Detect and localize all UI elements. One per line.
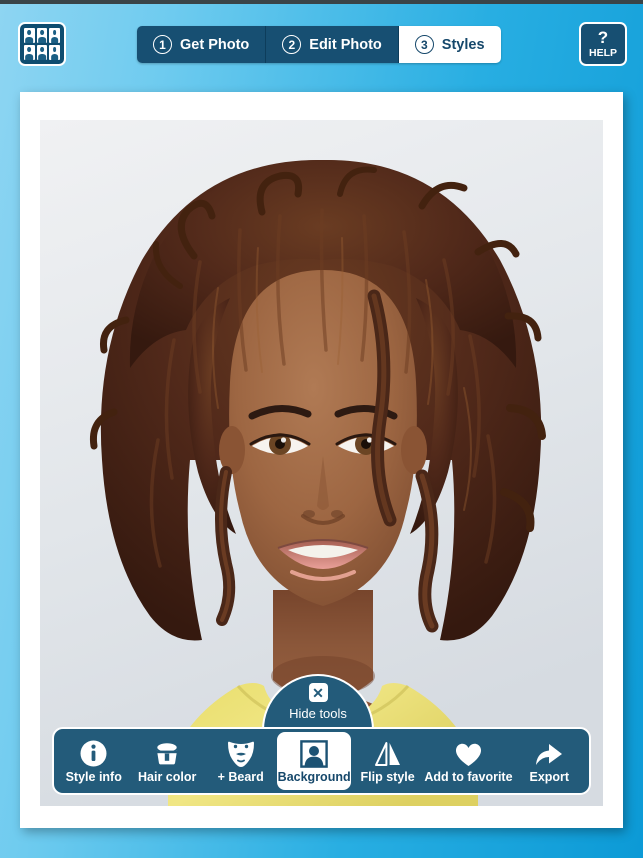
app-root: 1 Get Photo 2 Edit Photo 3 Styles ? HELP	[0, 0, 643, 858]
tab-label: Styles	[441, 36, 485, 53]
step-tabs: 1 Get Photo 2 Edit Photo 3 Styles	[137, 26, 501, 63]
gallery-thumb	[24, 28, 35, 43]
heart-icon	[453, 738, 484, 768]
beard-icon	[225, 738, 257, 768]
share-arrow-icon	[534, 738, 564, 768]
tab-label: Get Photo	[180, 36, 250, 53]
gallery-thumb	[49, 28, 60, 43]
step-number: 1	[153, 35, 172, 54]
help-button[interactable]: ? HELP	[579, 22, 627, 66]
tool-label: Background	[277, 770, 351, 785]
gallery-thumb	[24, 45, 35, 60]
style-tools-toolbar: Style info Hair color + Beard Background…	[52, 727, 591, 795]
step-number: 3	[414, 35, 434, 54]
tab-get-photo[interactable]: 1 Get Photo	[137, 26, 267, 63]
gallery-thumb	[49, 45, 60, 60]
tool-background[interactable]: Background	[277, 732, 351, 790]
tool-label: Export	[529, 770, 570, 785]
tool-label: Hair color	[138, 770, 197, 785]
tool-flip-style[interactable]: Flip style	[351, 732, 424, 790]
header: 1 Get Photo 2 Edit Photo 3 Styles ? HELP	[0, 4, 643, 80]
tool-label: Style info	[65, 770, 122, 785]
tab-edit-photo[interactable]: 2 Edit Photo	[266, 26, 399, 63]
tool-label: + Beard	[217, 770, 264, 785]
tool-export[interactable]: Export	[513, 732, 586, 790]
tool-style-info[interactable]: Style info	[57, 732, 130, 790]
close-icon: ✕	[308, 683, 328, 702]
tab-styles[interactable]: 3 Styles	[398, 26, 501, 63]
gallery-thumb	[36, 45, 48, 60]
gallery-thumb	[36, 28, 48, 43]
tab-label: Edit Photo	[309, 36, 382, 53]
tool-hair-color[interactable]: Hair color	[130, 732, 203, 790]
hide-tools-label: Hide tools	[289, 706, 347, 721]
flip-mirror-icon	[373, 738, 403, 768]
step-number: 2	[282, 35, 302, 54]
info-circle-icon	[79, 738, 108, 768]
tool-add-beard[interactable]: + Beard	[204, 732, 277, 790]
question-mark-icon: ?	[597, 28, 609, 48]
gallery-grid-icon[interactable]	[18, 22, 66, 66]
paint-bucket-icon	[152, 738, 182, 768]
tool-label: Add to favorite	[424, 770, 513, 785]
tool-add-to-favorite[interactable]: Add to favorite	[424, 732, 513, 790]
tool-label: Flip style	[360, 770, 415, 785]
portrait-frame-icon	[300, 738, 328, 769]
help-label: HELP	[588, 47, 617, 60]
